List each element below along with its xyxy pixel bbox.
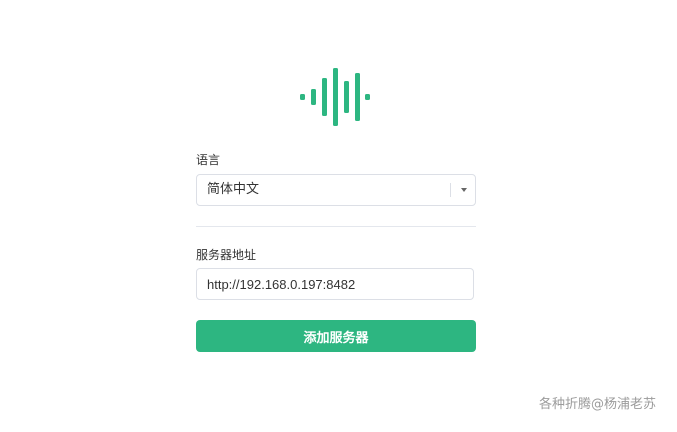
language-selected-value: 简体中文 [207, 182, 260, 197]
language-select[interactable]: 简体中文 [196, 174, 476, 206]
watermark-text: 各种折腾@杨浦老苏 [538, 397, 656, 412]
sound-wave-logo-icon [298, 66, 372, 128]
server-address-input[interactable] [196, 268, 474, 300]
select-divider [450, 183, 451, 197]
chevron-down-icon[interactable] [461, 188, 467, 192]
server-address-label: 服务器地址 [196, 248, 257, 262]
add-server-button[interactable]: 添加服务器 [196, 320, 476, 352]
language-label: 语言 [196, 153, 221, 167]
section-divider [196, 226, 476, 227]
